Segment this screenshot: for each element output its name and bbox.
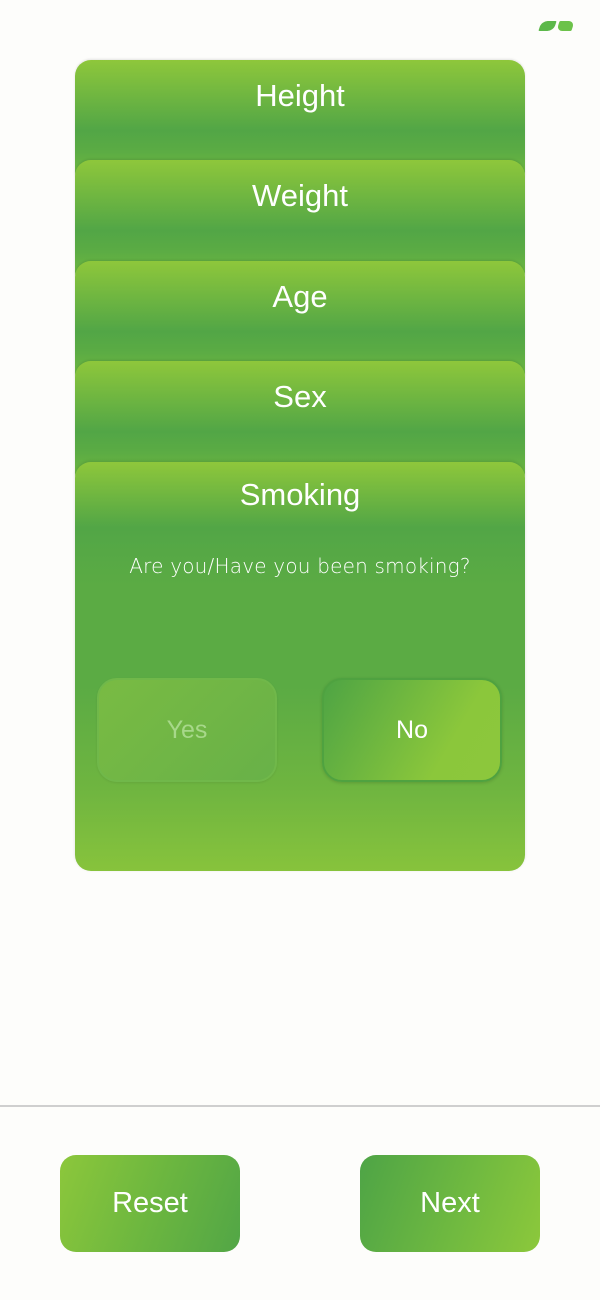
card-age-title: Age — [272, 279, 328, 314]
leaf-logo-icon — [538, 21, 575, 33]
card-smoking-title: Smoking — [239, 477, 361, 512]
smoking-question: Are you/Have you been smoking? — [129, 554, 471, 578]
card-smoking: Smoking Are you/Have you been smoking? Y… — [75, 462, 525, 871]
app-screen: Height Weight Age Sex Smoking Are you/Ha… — [0, 0, 600, 1300]
no-button[interactable]: No — [322, 678, 502, 782]
leaf-logo-left-icon — [538, 21, 557, 31]
card-sex-title: Sex — [273, 379, 327, 414]
leaf-logo-right-icon — [556, 21, 575, 31]
reset-button[interactable]: Reset — [60, 1155, 240, 1252]
card-height-title: Height — [255, 78, 345, 113]
card-weight-title: Weight — [252, 178, 348, 213]
footer-divider — [0, 1105, 600, 1107]
yes-button[interactable]: Yes — [97, 678, 277, 782]
next-button[interactable]: Next — [360, 1155, 540, 1252]
